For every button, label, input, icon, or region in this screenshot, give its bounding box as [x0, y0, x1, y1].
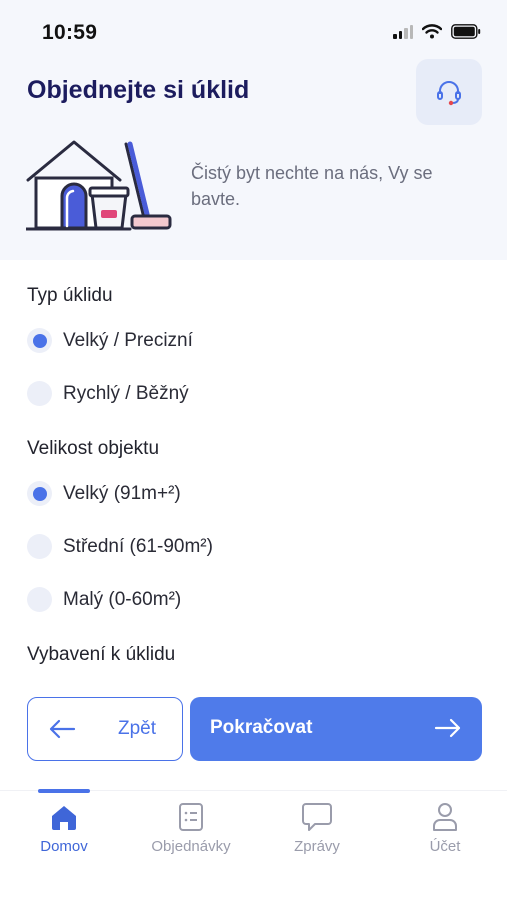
- status-icons: [393, 24, 481, 39]
- tab-label: Objednávky: [151, 838, 231, 855]
- cleaning-type-option-quick[interactable]: Rychlý / Běžný: [27, 381, 189, 406]
- radio-button[interactable]: [27, 534, 52, 559]
- page-title: Objednejte si úklid: [27, 76, 250, 104]
- continue-button-label: Pokračovat: [210, 717, 313, 738]
- battery-icon: [451, 24, 481, 39]
- radio-button[interactable]: [27, 587, 52, 612]
- back-button-label: Zpět: [118, 718, 157, 739]
- cleaning-house-illustration: [26, 140, 172, 231]
- hero-text: Čistý byt nechte na nás, Vy se bavte.: [191, 163, 433, 209]
- object-size-option-large[interactable]: Velký (91m+²): [27, 481, 181, 506]
- radio-label: Velký (91m+²): [63, 482, 181, 504]
- tab-home[interactable]: Domov: [9, 800, 119, 855]
- cleaning-type-label: Typ úklidu: [27, 285, 113, 306]
- radio-label: Střední (61-90m²): [63, 535, 213, 557]
- support-button[interactable]: [416, 59, 482, 125]
- chat-icon: [302, 803, 332, 831]
- radio-label: Malý (0-60m²): [63, 588, 182, 610]
- continue-button[interactable]: Pokračovat: [190, 697, 482, 761]
- headset-icon: [437, 81, 461, 106]
- active-tab-indicator: [38, 789, 90, 793]
- cleaning-type-option-large[interactable]: Velký / Precizní: [27, 328, 193, 353]
- arrow-right-icon: [434, 718, 461, 738]
- equipment-label: Vybavení k úklidu: [27, 644, 176, 665]
- tab-account[interactable]: Účet: [390, 800, 500, 855]
- radio-label: Velký / Precizní: [63, 329, 193, 351]
- radio-button-checked[interactable]: [27, 481, 52, 506]
- radio-button[interactable]: [27, 381, 52, 406]
- object-size-option-medium[interactable]: Střední (61-90m²): [27, 534, 213, 559]
- object-size-label: Velikost objektu: [27, 438, 160, 459]
- tab-orders[interactable]: Objednávky: [136, 800, 246, 855]
- wifi-icon: [422, 24, 442, 39]
- arrow-left-icon: [49, 719, 76, 739]
- status-bar: 10:59: [0, 0, 507, 60]
- radio-button-checked[interactable]: [27, 328, 52, 353]
- tab-messages[interactable]: Zprávy: [262, 800, 372, 855]
- user-icon: [433, 803, 457, 831]
- object-size-option-small[interactable]: Malý (0-60m²): [27, 587, 181, 612]
- status-time: 10:59: [42, 21, 98, 44]
- tab-label: Účet: [429, 838, 461, 855]
- back-button[interactable]: Zpět: [27, 697, 183, 761]
- radio-label: Rychlý / Běžný: [63, 382, 189, 404]
- home-icon: [52, 806, 76, 830]
- cellular-signal-icon: [393, 24, 413, 39]
- tab-label: Domov: [40, 838, 88, 855]
- tab-label: Zprávy: [294, 838, 340, 855]
- orders-icon: [179, 803, 203, 831]
